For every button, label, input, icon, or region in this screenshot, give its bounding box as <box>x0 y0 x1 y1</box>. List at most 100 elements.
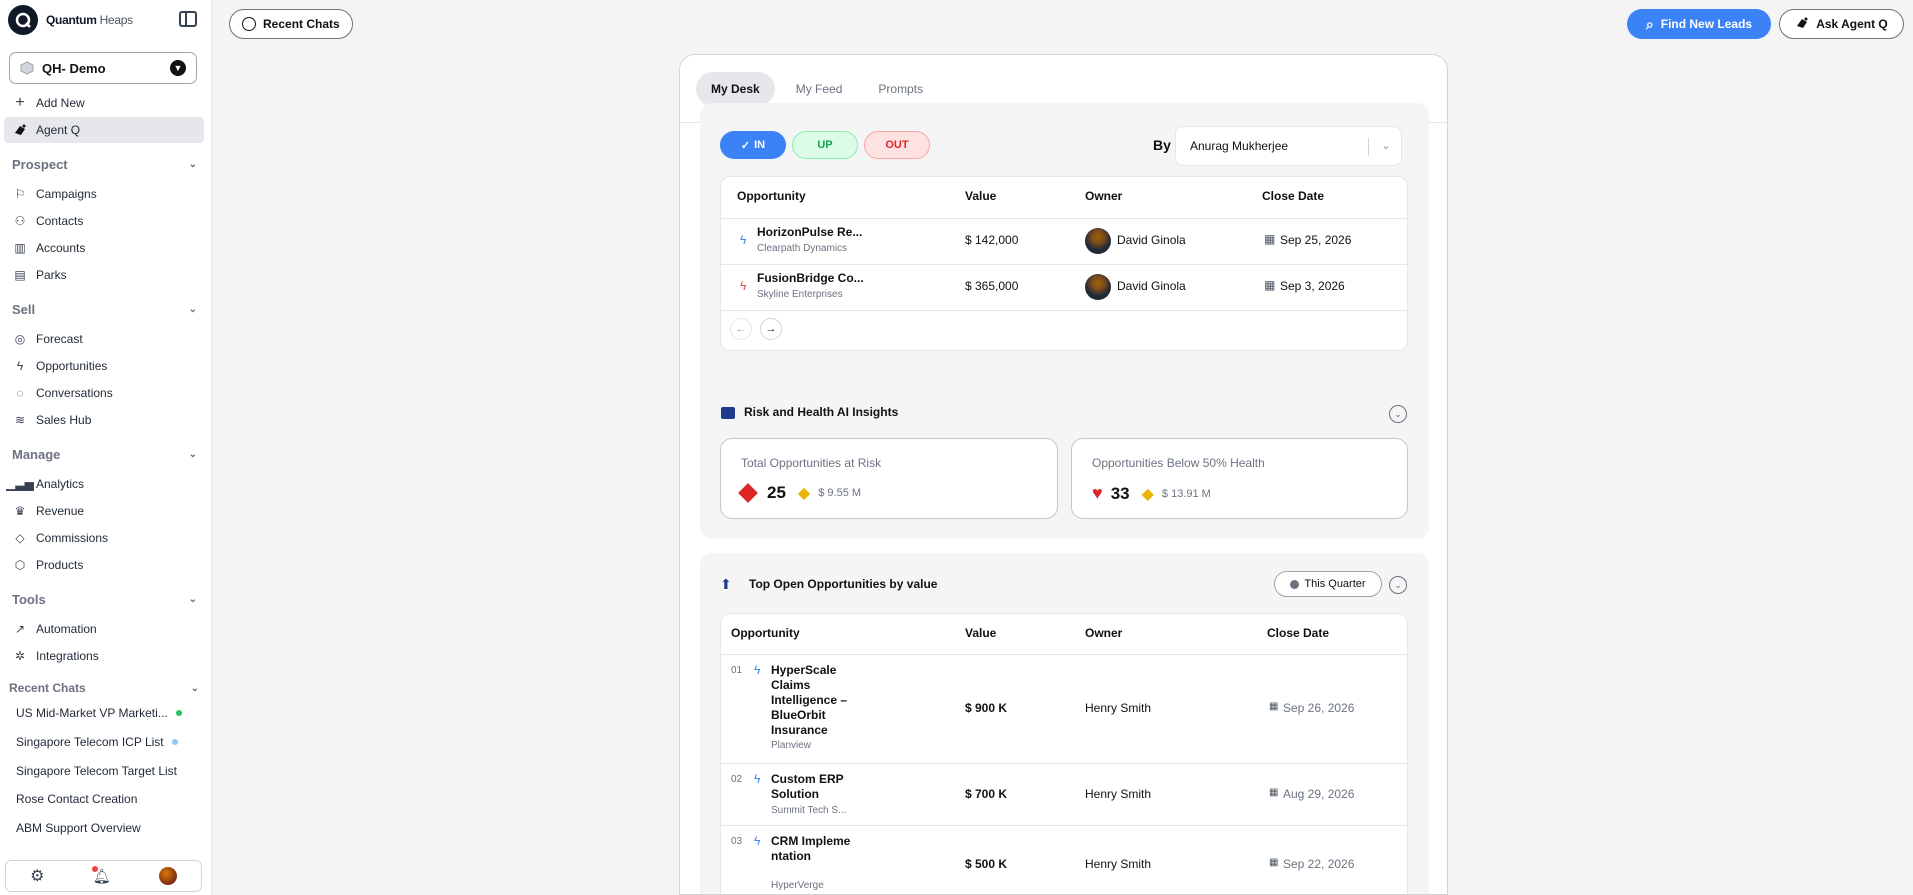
settings-icon[interactable]: ⚙ <box>30 866 44 886</box>
sidebar-item-conversations[interactable]: ◌ Conversations <box>4 380 204 406</box>
sidebar-item-agent-q[interactable]: Agent Q <box>4 117 204 143</box>
table-row[interactable]: 02 ϟ Custom ERP Solution Summit Tech S..… <box>721 763 1407 825</box>
close-date: Sep 3, 2026 <box>1280 279 1345 293</box>
sidebar-item-campaigns[interactable]: ⚐ Campaigns <box>4 181 204 207</box>
col-owner: Owner <box>1085 626 1123 640</box>
nav-label: Opportunities <box>36 359 108 373</box>
ask-agent-q-button[interactable]: Ask Agent Q <box>1779 9 1904 39</box>
period-select[interactable]: This Quarter <box>1274 571 1382 597</box>
recent-chats-button[interactable]: Recent Chats <box>229 9 353 39</box>
section-recent-label: Recent Chats <box>9 681 86 695</box>
find-new-leads-button[interactable]: ⌕ Find New Leads <box>1627 9 1771 39</box>
bolt-icon: ϟ <box>754 834 761 848</box>
sidebar-footer: ⚙ 🔔︎ <box>5 860 202 892</box>
sidebar-item-forecast[interactable]: ◎ Forecast <box>4 326 204 352</box>
section-sell[interactable]: Sell ⌄ <box>12 302 197 317</box>
recent-chat-item[interactable]: Singapore Telecom ICP List <box>16 735 201 749</box>
chevron-down-icon[interactable]: ⌄ <box>1389 405 1407 423</box>
chevron-down-icon: ⌄ <box>188 449 197 460</box>
sidebar-item-contacts[interactable]: ⚇ Contacts <box>4 208 204 234</box>
sidebar-item-opportunities[interactable]: ϟ Opportunities <box>4 353 204 379</box>
owner-select[interactable]: Anurag Mukherjee ⌄ <box>1175 126 1402 166</box>
sidebar-item-parks[interactable]: ▤ Parks <box>4 262 204 288</box>
logo[interactable]: Quantum Heaps <box>8 5 133 35</box>
recent-chat-item[interactable]: US Mid-Market VP Marketi... <box>16 706 201 720</box>
sidebar-item-products[interactable]: ⬡ Products <box>4 552 204 578</box>
chat-icon: ◌ <box>16 386 24 400</box>
bell-icon[interactable]: 🔔︎ <box>91 865 111 885</box>
section-tools-label: Tools <box>12 592 46 607</box>
sidebar: Quantum Heaps QH- Demo ▼ + Add New Agent… <box>0 0 212 895</box>
nav-label: Parks <box>36 268 67 282</box>
add-new-button[interactable]: + Add New <box>4 90 204 116</box>
section-prospect[interactable]: Prospect ⌄ <box>12 157 197 172</box>
cube-icon <box>20 61 34 75</box>
recent-chat-item[interactable]: Rose Contact Creation <box>16 792 201 806</box>
find-leads-label: Find New Leads <box>1660 17 1753 31</box>
top-card-title: Top Open Opportunities by value <box>749 577 938 591</box>
recent-chat-label: Singapore Telecom ICP List <box>16 735 164 749</box>
opportunity-company: HyperVerge <box>771 880 824 891</box>
section-recent-chats[interactable]: Recent Chats ⌄ <box>9 681 199 695</box>
close-date: Sep 25, 2026 <box>1280 233 1352 247</box>
sidebar-item-integrations[interactable]: ✲ Integrations <box>4 643 204 669</box>
recent-chat-item[interactable]: Singapore Telecom Target List <box>16 764 201 778</box>
recent-chats-label: Recent Chats <box>263 17 340 31</box>
sidebar-collapse-icon[interactable] <box>179 11 197 27</box>
section-manage[interactable]: Manage ⌄ <box>12 447 197 462</box>
tag-icon: ◆ <box>797 485 811 502</box>
main-panel: My Desk My Feed Prompts ✓ IN UP OUT By An… <box>679 54 1448 895</box>
opportunity-name[interactable]: HyperScale Claims Intelligence – BlueOrb… <box>771 663 855 738</box>
at-risk-value: $ 9.55 M <box>818 487 862 499</box>
col-close-date: Close Date <box>1267 626 1330 640</box>
table-row[interactable]: 01 ϟ HyperScale Claims Intelligence – Bl… <box>721 654 1407 763</box>
tab-my-feed[interactable]: My Feed <box>781 72 858 106</box>
next-page-icon[interactable]: → <box>760 318 782 340</box>
workspace-select[interactable]: QH- Demo ▼ <box>9 52 197 84</box>
bolt-icon: ϟ <box>754 772 761 786</box>
recent-chat-item[interactable]: ABM Support Overview <box>16 821 201 835</box>
insights-icon <box>721 407 735 419</box>
sidebar-item-commissions[interactable]: ◇ Commissions <box>4 525 204 551</box>
risk-card-title: Risk and Health AI Insights <box>744 405 899 419</box>
table-row[interactable]: 03 ϟ CRM Implementation HyperVerge $ 500… <box>721 825 1407 894</box>
rank: 01 <box>731 665 743 676</box>
chevron-down-icon[interactable]: ⌄ <box>1389 576 1407 594</box>
tab-my-desk[interactable]: My Desk <box>696 71 775 106</box>
avatar[interactable] <box>158 867 177 885</box>
opportunity-name[interactable]: CRM Implementation <box>771 834 855 864</box>
calendar-icon: ▦ <box>1269 857 1279 868</box>
filter-out-button[interactable]: OUT <box>864 131 930 159</box>
opportunity-value: $ 500 K <box>965 857 1008 871</box>
chevron-down-icon: ⌄ <box>188 304 197 315</box>
sidebar-item-accounts[interactable]: ▥ Accounts <box>4 235 204 261</box>
table-row[interactable]: ϟ HorizonPulse Re... Clearpath Dynamics … <box>721 218 1407 264</box>
sidebar-item-sales-hub[interactable]: ≋ Sales Hub <box>4 407 204 433</box>
low-health-title: Opportunities Below 50% Health <box>1092 456 1265 470</box>
low-health-box[interactable]: Opportunities Below 50% Health ♥ 33 ◆ $ … <box>1071 438 1408 519</box>
at-risk-box[interactable]: Total Opportunities at Risk 25 ◆ $ 9.55 … <box>720 438 1058 519</box>
tab-prompts[interactable]: Prompts <box>863 72 938 106</box>
prev-page-icon[interactable]: ← <box>730 318 752 340</box>
diamond-icon: ◇ <box>15 531 25 545</box>
table-row[interactable]: ϟ FusionBridge Co... Skyline Enterprises… <box>721 264 1407 310</box>
nav-label: Products <box>36 558 84 572</box>
bar-chart-icon: ▁▃▅ <box>6 477 34 491</box>
crown-icon: ♛ <box>14 504 26 518</box>
opportunity-company: Planview <box>771 740 812 751</box>
notification-dot <box>91 865 98 872</box>
filter-up-button[interactable]: UP <box>792 131 858 159</box>
opportunity-name[interactable]: Custom ERP Solution <box>771 772 855 802</box>
recent-chat-label: ABM Support Overview <box>16 821 141 835</box>
opportunity-name[interactable]: HorizonPulse Re... <box>757 225 862 239</box>
sidebar-item-revenue[interactable]: ♛ Revenue <box>4 498 204 524</box>
sidebar-item-automation[interactable]: ↗ Automation <box>4 616 204 642</box>
at-risk-title: Total Opportunities at Risk <box>741 456 882 470</box>
filter-in-button[interactable]: ✓ IN <box>720 131 786 159</box>
opportunity-name[interactable]: FusionBridge Co... <box>757 271 864 285</box>
sidebar-item-analytics[interactable]: ▁▃▅ Analytics <box>4 471 204 497</box>
top-opportunities-table: Opportunity Value Owner Close Date 01 ϟ … <box>720 613 1408 894</box>
check-icon: ✓ <box>740 139 751 152</box>
section-tools[interactable]: Tools ⌄ <box>12 592 197 607</box>
col-close-date: Close Date <box>1262 189 1325 203</box>
